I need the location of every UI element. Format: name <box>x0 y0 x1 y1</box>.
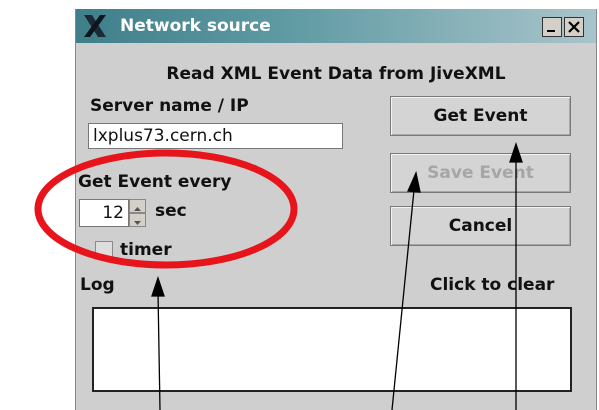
arrowhead-icon <box>509 141 523 163</box>
pointer-arrow-timer <box>157 291 161 410</box>
arrowhead-icon <box>151 275 165 297</box>
highlight-ellipse <box>34 149 298 269</box>
pointer-arrow-save <box>391 189 415 410</box>
arrowhead-icon <box>407 170 421 193</box>
annotation-overlay <box>34 141 523 410</box>
